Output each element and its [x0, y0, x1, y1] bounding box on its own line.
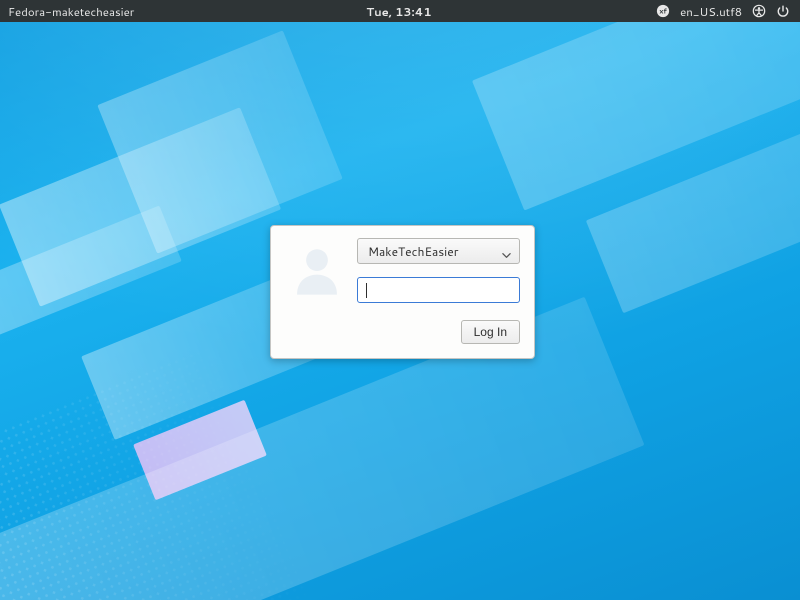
- login-button[interactable]: Log In: [461, 320, 520, 344]
- accessibility-icon[interactable]: [752, 4, 766, 18]
- avatar-icon: [288, 242, 346, 300]
- xfce-logo-icon[interactable]: xf: [656, 4, 670, 18]
- username-dropdown[interactable]: MakeTechEasier: [357, 238, 520, 264]
- power-icon[interactable]: [776, 4, 790, 18]
- password-field[interactable]: [367, 283, 511, 297]
- login-dialog: MakeTechEasier Log In: [270, 225, 535, 359]
- password-input[interactable]: [357, 277, 520, 303]
- svg-text:xf: xf: [659, 7, 667, 17]
- top-panel: Fedora-maketecheasier Tue, 13:41 xf en_U…: [0, 0, 800, 22]
- panel-indicators: xf en_US.utf8: [432, 3, 800, 20]
- login-button-row: Log In: [285, 320, 520, 348]
- chevron-down-icon: [502, 247, 511, 256]
- clock-label[interactable]: Tue, 13:41: [366, 3, 431, 20]
- username-selected-label: MakeTechEasier: [368, 243, 458, 260]
- locale-indicator[interactable]: en_US.utf8: [680, 3, 742, 20]
- hostname-label: Fedora-maketecheasier: [0, 3, 366, 20]
